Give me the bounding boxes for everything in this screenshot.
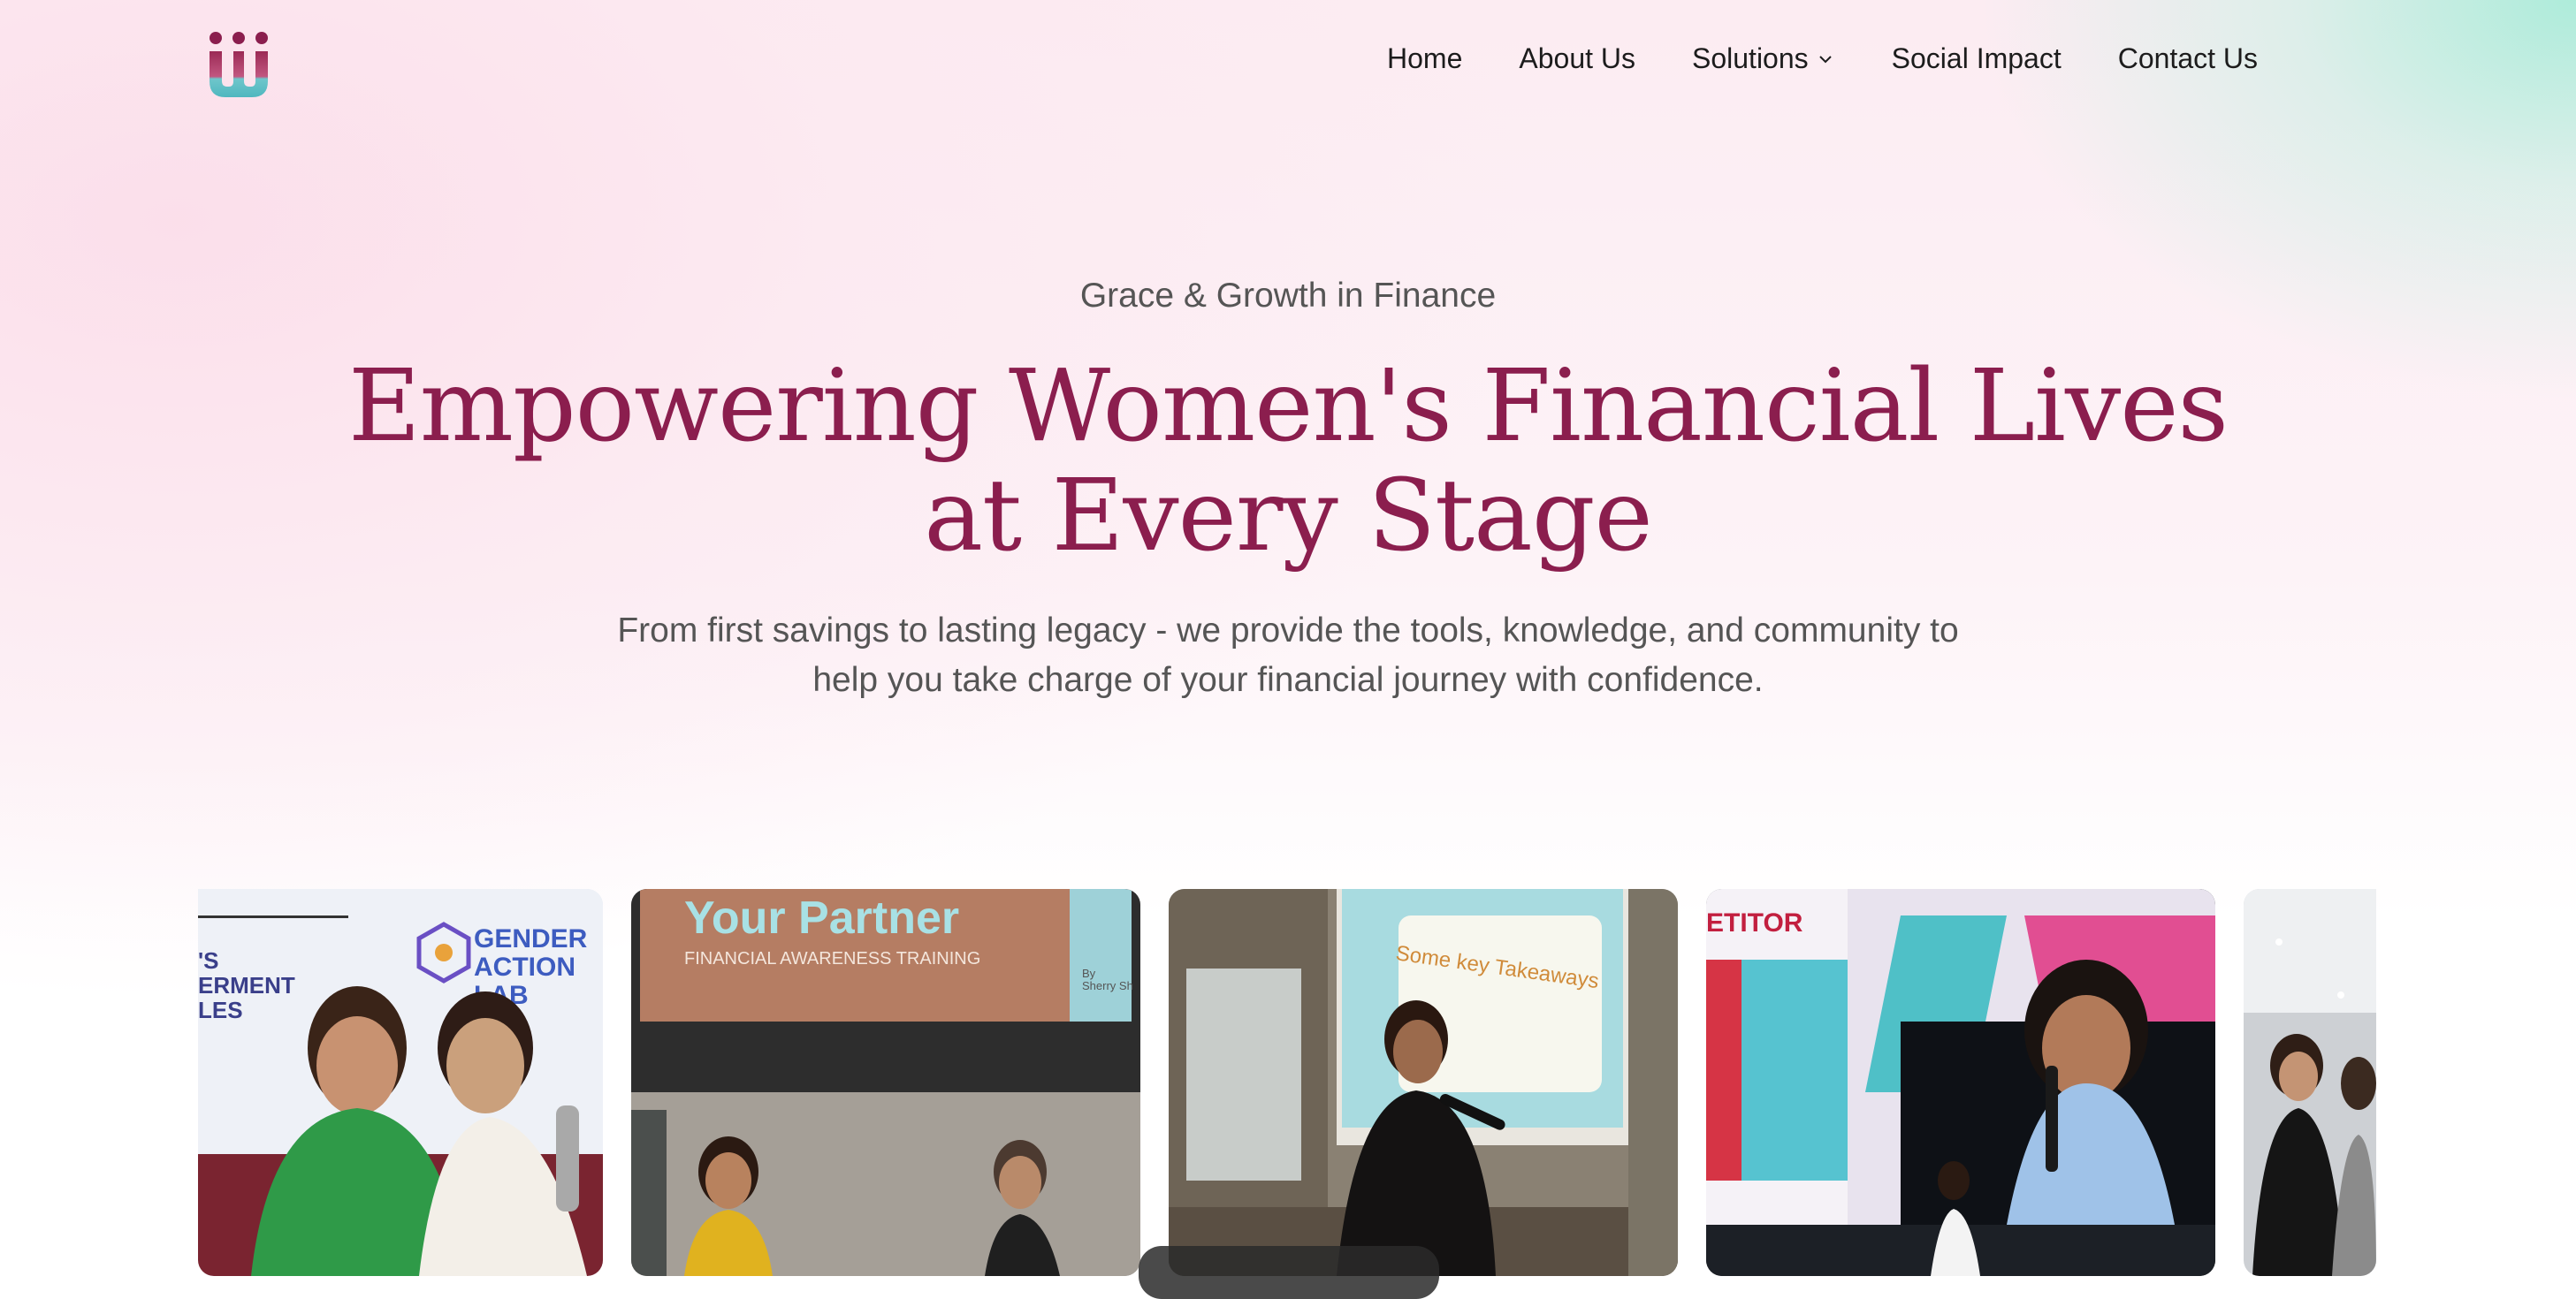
photo-text: GENDER — [474, 924, 588, 953]
gallery-photo-training[interactable]: Your Partner FINANCIAL AWARENESS TRAININ… — [631, 889, 1140, 1276]
iii-logo-icon[interactable] — [205, 30, 272, 97]
hero-eyebrow: Grace & Growth in Finance — [1079, 277, 1497, 315]
photo-text: ETITOR — [1706, 908, 1803, 938]
photo-text: Your Partner — [684, 893, 959, 944]
photo-text: ACTION — [474, 953, 575, 982]
hero-subtext: From first savings to lasting legacy - w… — [0, 606, 2576, 705]
hero-headline-line2: at Every Stage — [924, 459, 1653, 574]
nav-contact-label: Contact Us — [2117, 42, 2258, 74]
nav-solutions-label: Solutions — [1692, 42, 1809, 74]
chevron-down-icon — [1818, 55, 1832, 63]
nav-social-impact-link[interactable]: Social Impact — [1892, 42, 2062, 75]
photo-text: 'S — [198, 947, 219, 974]
main-nav: Home About Us Solutions Social Impact Co… — [1387, 42, 2258, 75]
gallery-photo-speaker[interactable]: Some key Takeaways — [1169, 889, 1678, 1276]
nav-solutions-dropdown[interactable]: Solutions — [1692, 42, 1835, 75]
photo-text: FINANCIAL AWARENESS TRAINING — [684, 949, 980, 969]
nav-home-link[interactable]: Home — [1387, 42, 1462, 75]
gallery-photo-guests[interactable] — [2244, 889, 2376, 1276]
nav-home-label: Home — [1387, 42, 1463, 74]
photo-text: LES — [198, 997, 243, 1023]
photo-text: By — [1082, 967, 1096, 980]
hero-headline: Empowering Women's Financial Lives at Ev… — [0, 352, 2576, 571]
nav-social-impact-label: Social Impact — [1891, 42, 2062, 74]
hero-headline-line1: Empowering Women's Financial Lives — [348, 349, 2229, 464]
hero-subtext-line1: From first savings to lasting legacy - w… — [617, 612, 1959, 650]
nav-contact-link[interactable]: Contact Us — [2118, 42, 2258, 75]
nav-about-label: About Us — [1519, 42, 1635, 74]
gallery-photo-stage[interactable]: ETITOR — [1706, 889, 2215, 1276]
photo-text: ERMENT — [198, 972, 295, 999]
gallery-photo-award[interactable]: 'S ERMENT LES GENDER ACTION LAB — [198, 889, 603, 1276]
nav-about-link[interactable]: About Us — [1519, 42, 1635, 75]
hero-subtext-line2: help you take charge of your financial j… — [812, 661, 1764, 699]
photo-gallery[interactable]: 'S ERMENT LES GENDER ACTION LAB Your Par… — [198, 889, 2376, 1276]
floating-toolbar[interactable] — [1139, 1246, 1439, 1299]
photo-text: Sherry Sh — [1082, 979, 1133, 992]
